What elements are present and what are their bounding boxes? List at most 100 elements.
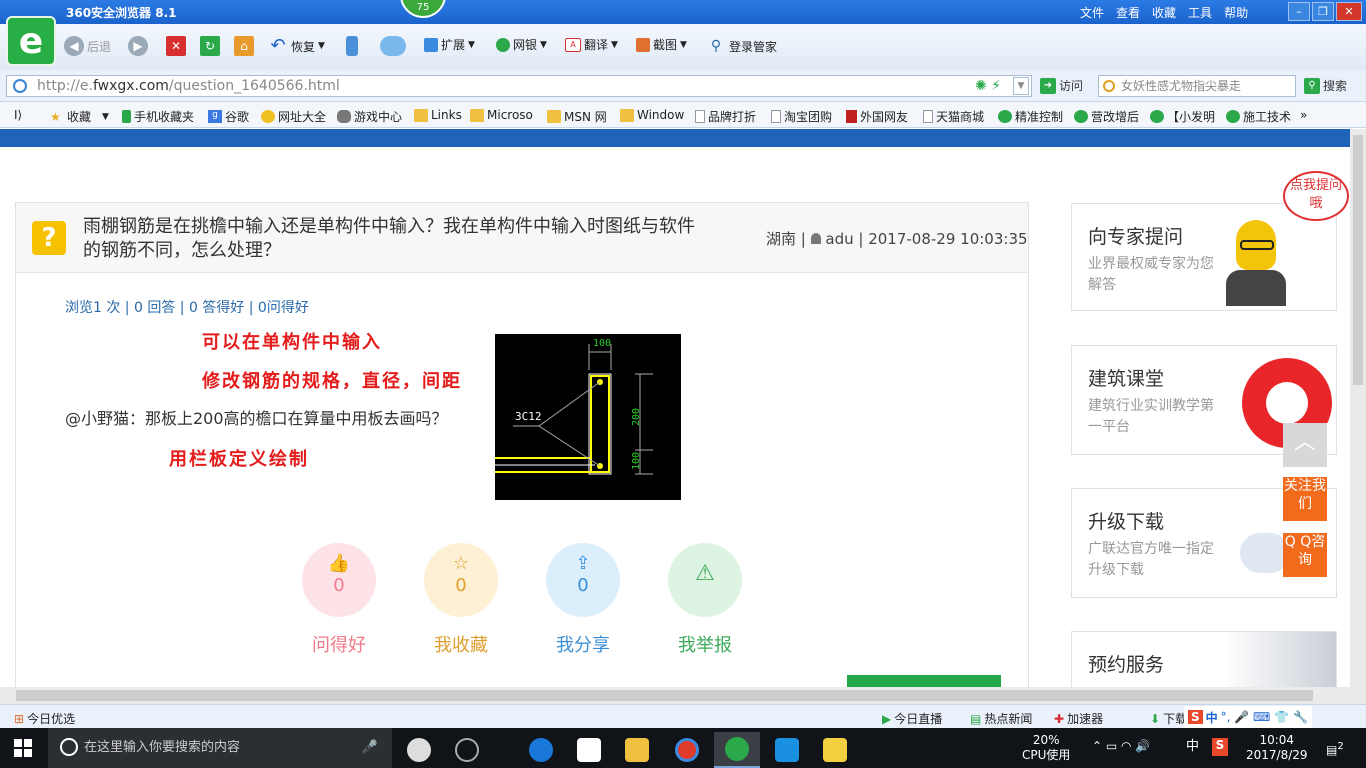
cad-drawing: 100 3C12 200 100	[495, 338, 653, 475]
cloud-icon	[380, 36, 406, 56]
fav-item-tmall[interactable]: 天猫商城	[923, 108, 984, 125]
grid-icon	[424, 37, 438, 52]
menu-file[interactable]: 文件	[1080, 4, 1104, 21]
collect-button[interactable]: ☆ 0 我收藏	[424, 543, 498, 657]
fav-item-vat[interactable]: 营改增后	[1074, 108, 1139, 125]
tray-ime[interactable]: 中	[1186, 739, 1199, 754]
taskbar-app-explorer[interactable]	[614, 732, 660, 768]
horizontal-scrollbar[interactable]	[0, 687, 1366, 704]
search-input[interactable]: 女妖性感尤物指尖暴走	[1098, 75, 1296, 97]
fav-item-brand[interactable]: 品牌打折	[695, 108, 756, 125]
answer-button[interactable]	[847, 675, 1001, 687]
qq-consult-button[interactable]: Q Q咨询	[1283, 533, 1327, 577]
share-button[interactable]: ⇪ 0 我分享	[546, 543, 620, 657]
menu-favorites[interactable]: 收藏	[1152, 4, 1176, 21]
taskbar-app-notepad[interactable]	[812, 732, 858, 768]
hot-news[interactable]: ▤ 热点新闻	[970, 710, 1032, 727]
refresh-icon: ↻	[200, 36, 220, 56]
vertical-scrollbar[interactable]	[1350, 129, 1366, 687]
fav-item-microsoft[interactable]: Microso	[470, 108, 533, 122]
report-button[interactable]: ⚠ 我举报	[668, 543, 742, 657]
fav-item-control[interactable]: 精准控制	[998, 108, 1063, 125]
favbar-more-icon[interactable]: »	[1300, 108, 1307, 122]
ask-expert-title: 向专家提问	[1088, 226, 1184, 248]
back-button[interactable]: ◀ 后退	[64, 36, 111, 56]
fav-item-links[interactable]: Links	[414, 108, 462, 122]
fav-item-directory[interactable]: 网址大全	[261, 108, 326, 125]
cpu-usage[interactable]: 20% CPU使用	[1022, 733, 1070, 763]
action-buttons: 👍 0 问得好 ☆ 0 我收藏 ⇪ 0 我分享 ⚠ 我举报	[302, 543, 742, 657]
netbank-button[interactable]: 网银 ▼	[496, 36, 547, 53]
fav-item-google[interactable]: g 谷歌	[208, 108, 249, 125]
today-live[interactable]: ▶ 今日直播	[882, 710, 942, 727]
fav-item-windows[interactable]: Window	[620, 108, 684, 122]
menu-view[interactable]: 查看	[1116, 4, 1140, 21]
ask-good-button[interactable]: 👍 0 问得好	[302, 543, 376, 657]
login-manager-button[interactable]: ⚲ 登录管家	[706, 36, 777, 56]
fav-item-invention[interactable]: 【小发明	[1150, 108, 1215, 125]
taskbar-app-spiral[interactable]	[444, 732, 490, 768]
question-title: 雨棚钢筋是在挑檐中输入还是单构件中输入？我在单构件中输入时图纸与软件的钢筋不同，…	[83, 216, 695, 261]
close-button[interactable]: ✕	[1336, 2, 1362, 21]
fav-item-msn[interactable]: MSN 网	[547, 108, 607, 125]
clock[interactable]: 10:04 2017/8/29	[1246, 733, 1308, 763]
taskbar-app-edge[interactable]	[518, 732, 564, 768]
vertical-scroll-thumb[interactable]	[1353, 135, 1363, 385]
menu-help[interactable]: 帮助	[1224, 4, 1248, 21]
booking-card[interactable]: 预约服务	[1071, 631, 1337, 687]
today-picks[interactable]: ⊞ 今日优选	[14, 710, 75, 727]
ime-toolbar[interactable]: S 中 °, 🎤 ⌨ 👕 🔧	[1184, 706, 1312, 728]
question-user[interactable]: adu	[825, 230, 853, 248]
favbar-toggle-icon[interactable]: I⟩	[14, 108, 22, 122]
translate-button[interactable]: A 翻译 ▼	[565, 36, 618, 53]
cloud-button[interactable]	[380, 36, 406, 56]
taskbar-app-360browser[interactable]	[714, 732, 760, 768]
address-bar: http://e.fwxgx.com/question_1640566.html…	[0, 70, 1366, 102]
speed-badge[interactable]: 75	[400, 0, 446, 18]
thumbs-up-icon: 👍	[327, 553, 351, 574]
screenshot-button[interactable]: 截图 ▼	[636, 36, 687, 53]
tray-sogou-icon[interactable]: S	[1212, 738, 1228, 756]
url-dropdown-icon[interactable]: ▼	[1013, 77, 1029, 95]
accelerator[interactable]: ✚ 加速器	[1054, 710, 1103, 727]
follow-us-button[interactable]: 关注我们	[1283, 477, 1327, 521]
notification-center-icon[interactable]: ▤2	[1326, 739, 1344, 758]
microphone-icon[interactable]: 🎤	[362, 728, 378, 768]
ask-me-bubble[interactable]: 点我提问哦	[1283, 171, 1349, 221]
windows-start-icon[interactable]	[14, 739, 32, 757]
taskbar-app-360safe[interactable]	[664, 732, 710, 768]
search-button[interactable]: ⚲ 搜索	[1304, 77, 1347, 94]
stop-button[interactable]: ✕	[166, 36, 186, 56]
speedup-icon[interactable]: ✺ ⚡	[975, 76, 1001, 96]
mobile-button[interactable]	[346, 36, 358, 56]
tray-icons[interactable]: ⌃ ▭ ◠ 🔊	[1092, 739, 1150, 754]
ask-expert-card[interactable]: 向专家提问 业界最权威专家为您解答	[1071, 203, 1337, 311]
url-field[interactable]: http://e.fwxgx.com/question_1640566.html…	[6, 75, 1032, 97]
restore-button[interactable]: ↶ 恢复 ▼	[268, 36, 324, 56]
plus-icon	[261, 110, 275, 123]
fav-item-foreign[interactable]: 外国网友	[846, 108, 908, 125]
browser-logo[interactable]: e	[6, 16, 56, 66]
menu-tools[interactable]: 工具	[1188, 4, 1212, 21]
taskbar-app-blue[interactable]	[764, 732, 810, 768]
fav-item-mobile[interactable]: 手机收藏夹	[122, 108, 194, 125]
fav-item-favorites[interactable]: ★ 收藏 ▼	[50, 108, 109, 125]
minimize-button[interactable]: –	[1288, 2, 1310, 21]
maximize-button[interactable]: ❐	[1312, 2, 1334, 21]
forward-button[interactable]: ▶	[128, 36, 148, 56]
fav-item-taobao[interactable]: 淘宝团购	[771, 108, 832, 125]
downloads[interactable]: ⬇ 下载	[1150, 710, 1187, 727]
fav-item-games[interactable]: 游戏中心	[337, 108, 402, 125]
horizontal-scroll-thumb[interactable]	[16, 690, 1313, 701]
back-to-top-icon[interactable]: ︿	[1283, 423, 1327, 467]
taskbar-app-glodon[interactable]	[396, 732, 442, 768]
extend-button[interactable]: 扩展 ▼	[424, 36, 475, 53]
visit-button[interactable]: ➜ 访问	[1040, 77, 1083, 94]
home-button[interactable]: ⌂	[234, 36, 254, 56]
folder-icon	[547, 110, 561, 123]
cad-rebar-label: 3C12	[515, 410, 542, 423]
taskbar-app-store[interactable]	[566, 732, 612, 768]
refresh-button[interactable]: ↻	[200, 36, 220, 56]
fav-item-construction[interactable]: 施工技术	[1226, 108, 1291, 125]
taskbar-search[interactable]: 在这里输入你要搜索的内容 🎤	[48, 728, 392, 768]
